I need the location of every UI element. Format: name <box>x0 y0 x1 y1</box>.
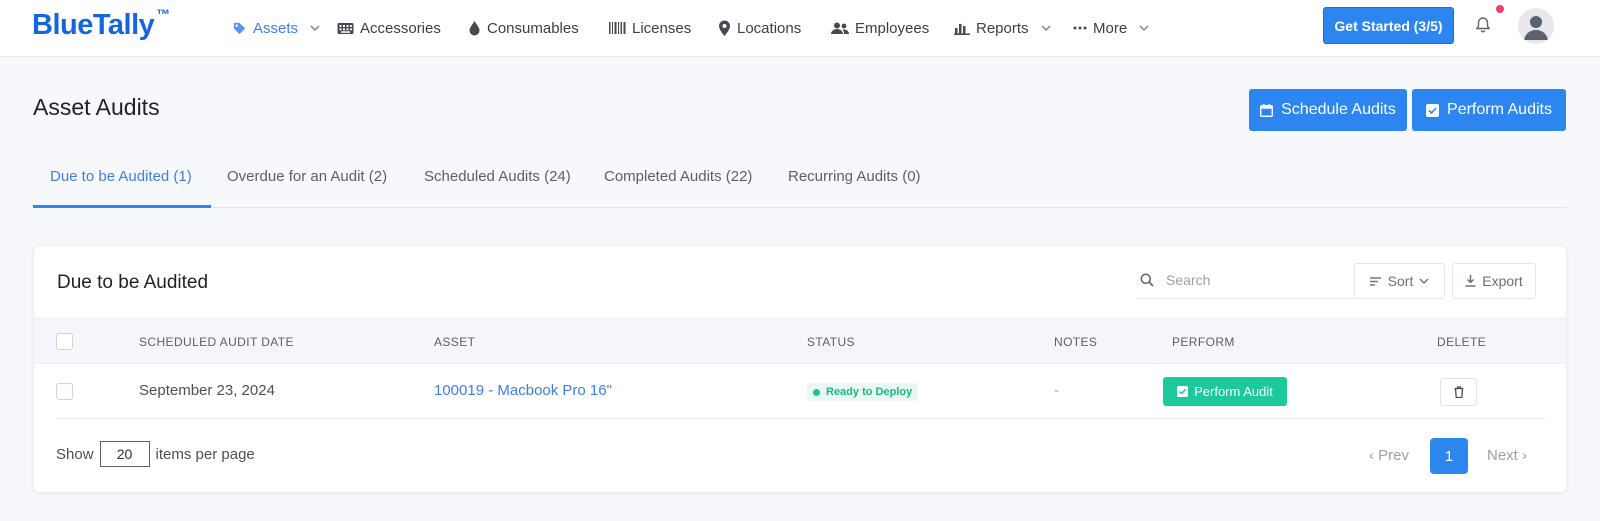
row-divider <box>56 418 1546 419</box>
nav-label-licenses: Licenses <box>632 19 692 37</box>
perform-audit-button[interactable]: Perform Audit <box>1163 377 1287 406</box>
chevron-down-icon <box>1419 278 1429 284</box>
calendar-icon <box>1260 103 1274 117</box>
export-button[interactable]: Export <box>1452 263 1536 299</box>
bell-icon[interactable] <box>1474 16 1492 34</box>
per-page-suffix: items per page <box>155 445 255 463</box>
prev-page-link[interactable]: ‹ Prev <box>1369 447 1409 464</box>
perform-audits-button[interactable]: Perform Audits <box>1412 89 1566 131</box>
page-number-current[interactable]: 1 <box>1430 438 1468 474</box>
table-row: September 23, 2024 100019 - Macbook Pro … <box>34 364 1566 419</box>
notification-dot <box>1496 5 1504 13</box>
nav-label-assets: Assets <box>253 19 299 37</box>
chevron-down-icon <box>310 25 320 31</box>
row-checkbox[interactable] <box>56 383 73 400</box>
nav-item-employees[interactable]: Employees <box>831 17 929 39</box>
active-tab-indicator <box>33 205 211 208</box>
get-started-button[interactable]: Get Started (3/5) <box>1323 7 1454 44</box>
show-label: Show <box>56 445 94 463</box>
nav-item-assets[interactable]: Assets <box>232 17 320 39</box>
nav-label-more: More <box>1093 19 1128 37</box>
row-notes: - <box>1054 382 1059 399</box>
col-delete: DELETE <box>1437 335 1487 349</box>
per-page-input[interactable] <box>99 441 150 467</box>
tag-icon <box>233 22 246 34</box>
export-label: Export <box>1482 273 1523 289</box>
tab-overdue-for-an-audit[interactable]: Overdue for an Audit (2) <box>227 168 387 185</box>
drop-icon <box>469 21 480 36</box>
checkbox-checked-icon <box>1177 386 1189 397</box>
sort-button[interactable]: Sort <box>1354 263 1445 299</box>
brand-trademark: ™ <box>156 6 170 23</box>
tab-scheduled-audits[interactable]: Scheduled Audits (24) <box>424 168 571 185</box>
chevron-down-icon <box>1139 25 1149 31</box>
col-notes: NOTES <box>1054 335 1098 349</box>
search-box <box>1137 261 1362 299</box>
trash-icon <box>1454 386 1463 398</box>
brand-logo[interactable]: BlueTally ™ <box>32 6 170 42</box>
schedule-audits-button[interactable]: Schedule Audits <box>1249 89 1407 131</box>
audit-tabs: Due to be Audited (1) Overdue for an Aud… <box>33 160 1567 208</box>
perform-audits-label: Perform Audits <box>1447 101 1552 118</box>
user-avatar[interactable] <box>1518 8 1554 44</box>
nav-item-accessories[interactable]: Accessories <box>337 17 441 39</box>
card-title: Due to be Audited <box>57 272 209 293</box>
status-dot <box>813 388 820 396</box>
delete-button[interactable] <box>1440 378 1477 406</box>
table-header: SCHEDULED AUDIT DATE ASSET STATUS NOTES … <box>34 318 1566 364</box>
nav-item-licenses[interactable]: Licenses <box>609 17 691 39</box>
nav-item-locations[interactable]: Locations <box>718 17 801 39</box>
due-audits-card: Due to be Audited Sort Export SCHEDULED … <box>33 245 1567 493</box>
keyboard-icon <box>337 22 354 34</box>
col-scheduled-audit-date[interactable]: SCHEDULED AUDIT DATE <box>139 335 294 349</box>
sort-icon <box>1369 276 1381 286</box>
checkbox-checked-icon <box>1426 103 1440 117</box>
nav-label-accessories: Accessories <box>360 19 441 37</box>
perform-audit-label: Perform Audit <box>1194 384 1273 399</box>
barcode-icon <box>609 22 626 34</box>
search-input[interactable] <box>1166 271 1346 288</box>
status-badge: Ready to Deploy <box>807 383 919 401</box>
row-asset-link[interactable]: 100019 - Macbook Pro 16" <box>434 382 612 399</box>
nav-item-consumables[interactable]: Consumables <box>468 17 579 39</box>
col-status[interactable]: STATUS <box>807 335 855 349</box>
nav-item-more[interactable]: More <box>1073 17 1149 39</box>
tab-completed-audits[interactable]: Completed Audits (22) <box>604 168 752 185</box>
row-audit-date: September 23, 2024 <box>139 382 275 399</box>
tab-recurring-audits[interactable]: Recurring Audits (0) <box>788 168 921 185</box>
next-page-link[interactable]: Next › <box>1487 447 1527 464</box>
nav-label-consumables: Consumables <box>487 19 579 37</box>
status-label: Ready to Deploy <box>826 386 913 398</box>
top-navbar: BlueTally ™ Assets Accessories Consumable… <box>0 0 1600 57</box>
users-icon <box>831 22 849 34</box>
brand-name: BlueTally <box>32 9 155 41</box>
location-pin-icon <box>719 20 730 36</box>
search-icon <box>1140 273 1154 287</box>
bar-chart-icon <box>954 24 970 35</box>
chevron-down-icon <box>1041 25 1051 31</box>
tab-due-to-be-audited[interactable]: Due to be Audited (1) <box>50 168 192 185</box>
nav-label-employees: Employees <box>855 19 930 37</box>
items-per-page: Show items per page <box>56 441 255 467</box>
select-all-checkbox[interactable] <box>56 333 73 350</box>
nav-label-reports: Reports <box>976 19 1029 37</box>
col-perform: PERFORM <box>1172 335 1235 349</box>
more-dots-icon <box>1073 26 1087 30</box>
user-icon <box>1524 16 1548 40</box>
nav-label-locations: Locations <box>737 19 802 37</box>
nav-item-reports[interactable]: Reports <box>954 17 1051 39</box>
sort-label: Sort <box>1387 273 1414 289</box>
schedule-audits-label: Schedule Audits <box>1281 101 1396 118</box>
download-icon <box>1465 275 1476 287</box>
col-asset[interactable]: ASSET <box>434 335 475 349</box>
page-title: Asset Audits <box>33 94 160 120</box>
